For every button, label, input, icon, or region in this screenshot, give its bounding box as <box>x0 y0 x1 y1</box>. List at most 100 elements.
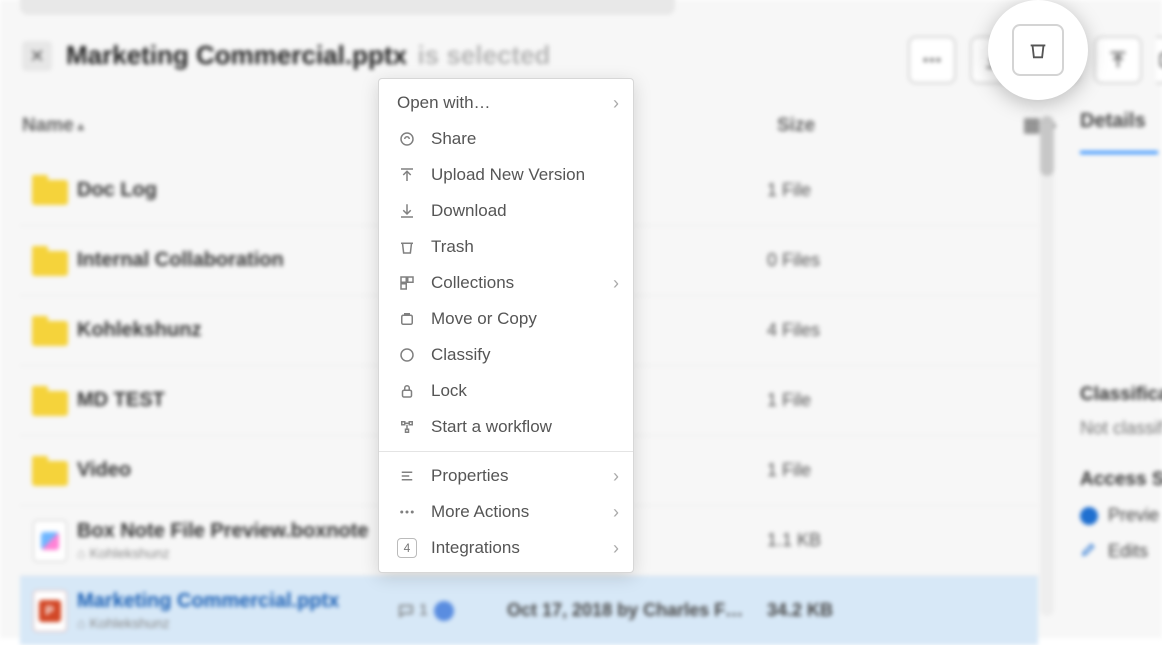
ctx-classify[interactable]: Classify <box>379 337 633 373</box>
size-cell: 34.2 KB <box>767 600 897 621</box>
modified-cell: Oct 17, 2018 by Charles F… <box>507 600 767 621</box>
upload-icon <box>1107 49 1129 71</box>
share-icon <box>397 130 417 148</box>
file-name: MD TEST <box>77 389 397 412</box>
ctx-label: Integrations <box>431 538 520 558</box>
collections-icon <box>397 274 417 292</box>
trash-icon <box>1027 39 1049 61</box>
more-button[interactable] <box>908 36 956 84</box>
ctx-label: Start a workflow <box>431 417 552 437</box>
ctx-label: Properties <box>431 466 508 486</box>
trash-icon <box>397 238 417 256</box>
folder-icon <box>32 175 68 205</box>
selected-suffix: is selected <box>417 40 550 70</box>
deselect-button[interactable]: ✕ <box>22 41 52 71</box>
edits-stat[interactable]: Edits <box>1080 540 1162 563</box>
ctx-lock[interactable]: Lock <box>379 373 633 409</box>
ctx-label: Move or Copy <box>431 309 537 329</box>
upload-icon <box>397 166 417 184</box>
preview-stat[interactable]: Previe <box>1080 505 1162 526</box>
tab-details[interactable]: Details <box>1080 110 1162 145</box>
ctx-separator <box>379 451 633 452</box>
file-name: Internal Collaboration <box>77 249 397 272</box>
size-cell: 1.1 KB <box>767 530 897 551</box>
classify-icon <box>397 346 417 364</box>
ctx-label: Upload New Version <box>431 165 585 185</box>
boxnote-icon <box>33 520 67 562</box>
comment-icon <box>397 602 415 620</box>
comment-indicator[interactable]: 1 <box>397 602 428 620</box>
ctx-integrations[interactable]: 4 Integrations <box>379 530 633 566</box>
tutorial-spotlight <box>988 0 1088 100</box>
ctx-label: Lock <box>431 381 467 401</box>
ctx-move-or-copy[interactable]: Move or Copy <box>379 301 633 337</box>
list-item-selected[interactable]: Marketing Commercial.pptx ⌂ Kohlekshunz … <box>20 575 1038 645</box>
scrollbar[interactable] <box>1040 116 1054 616</box>
selected-filename: Marketing Commercial.pptx <box>66 40 407 70</box>
column-name-label: Name <box>22 115 74 137</box>
powerpoint-icon <box>33 590 67 632</box>
size-cell: 4 Files <box>767 320 897 341</box>
folder-icon <box>32 246 68 276</box>
details-panel: Details Classificati Not classif Access … <box>1080 110 1162 563</box>
upload-button[interactable] <box>1094 36 1142 84</box>
ctx-label: Classify <box>431 345 491 365</box>
more-icon <box>921 49 943 71</box>
folder-icon <box>32 316 68 346</box>
integrations-badge: 4 <box>397 538 417 558</box>
tab-underline <box>1080 151 1158 154</box>
file-name: Doc Log <box>77 179 397 202</box>
more-icon <box>397 503 417 521</box>
ctx-start-workflow[interactable]: Start a workflow <box>379 409 633 445</box>
ctx-label: Trash <box>431 237 474 257</box>
file-name: Kohlekshunz <box>77 319 397 342</box>
properties-icon <box>397 467 417 485</box>
comment-count: 1 <box>419 602 428 620</box>
search-bar-stub <box>20 0 675 15</box>
size-cell: 0 Files <box>767 250 897 271</box>
ctx-label: Download <box>431 201 507 221</box>
download-icon <box>397 202 417 220</box>
edits-label: Edits <box>1108 541 1148 562</box>
workflow-icon <box>397 418 417 436</box>
preview-label: Previe <box>1108 505 1159 526</box>
eye-icon <box>1080 507 1098 525</box>
grid-view-icon[interactable]: ▦ <box>1023 114 1041 137</box>
ctx-download[interactable]: Download <box>379 193 633 229</box>
folder-icon <box>32 456 68 486</box>
ctx-label: Share <box>431 129 476 149</box>
collection-tag: ⌂ Kohlekshunz <box>77 615 397 631</box>
size-cell: 1 File <box>767 180 897 201</box>
context-menu: Open with… Share Upload New Version Down… <box>378 78 634 573</box>
move-icon <box>397 310 417 328</box>
file-name: Marketing Commercial.pptx <box>77 590 397 613</box>
ctx-share[interactable]: Share <box>379 121 633 157</box>
classification-heading: Classificati <box>1080 384 1162 406</box>
pencil-icon <box>1080 540 1098 563</box>
collection-tag: ⌂ Kohlekshunz <box>77 545 397 561</box>
ctx-label: More Actions <box>431 502 529 522</box>
sort-asc-icon: ▴ <box>78 119 84 133</box>
classification-value: Not classif <box>1080 418 1162 439</box>
share-button[interactable] <box>1156 36 1162 84</box>
trash-button[interactable] <box>1012 24 1064 76</box>
access-stats-heading: Access Sta <box>1080 469 1162 491</box>
file-name: Video <box>77 459 397 482</box>
ctx-more-actions[interactable]: More Actions <box>379 494 633 530</box>
ctx-upload-new-version[interactable]: Upload New Version <box>379 157 633 193</box>
ctx-properties[interactable]: Properties <box>379 458 633 494</box>
ctx-open-with[interactable]: Open with… <box>379 85 633 121</box>
file-name: Box Note File Preview.boxnote <box>77 520 397 543</box>
ctx-label: Open with… <box>397 93 491 113</box>
folder-icon <box>32 386 68 416</box>
ctx-trash[interactable]: Trash <box>379 229 633 265</box>
size-cell: 1 File <box>767 390 897 411</box>
link-badge-icon[interactable] <box>434 601 454 621</box>
ctx-label: Collections <box>431 273 514 293</box>
lock-icon <box>397 382 417 400</box>
selection-bar: ✕ Marketing Commercial.pptx is selected <box>22 40 550 71</box>
column-size[interactable]: Size <box>777 115 815 137</box>
ctx-collections[interactable]: Collections <box>379 265 633 301</box>
share-icon <box>1156 49 1162 71</box>
size-cell: 1 File <box>767 460 897 481</box>
